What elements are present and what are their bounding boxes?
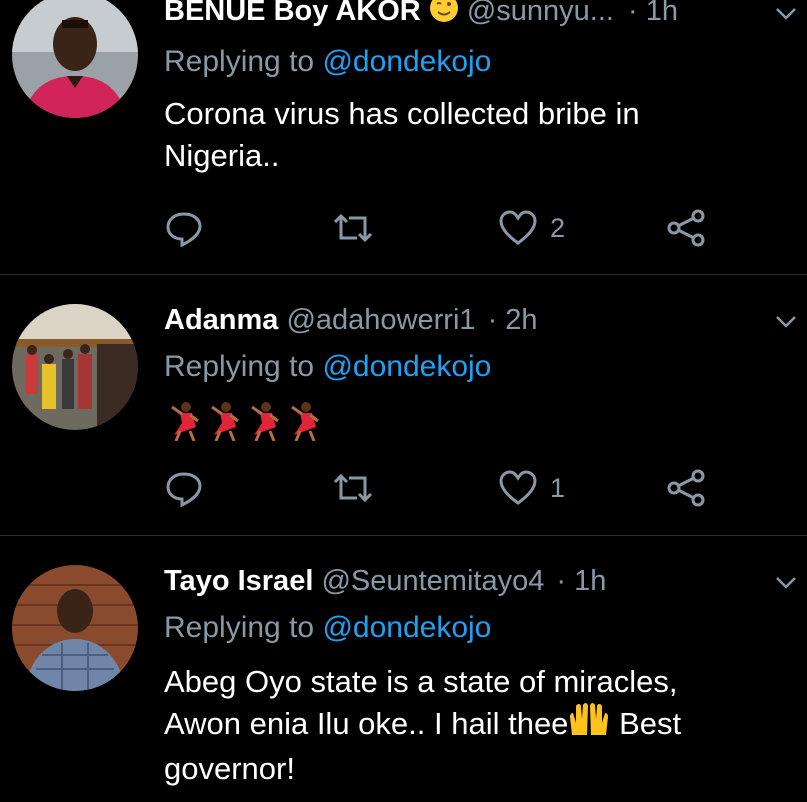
tweet-text-line: Corona virus has collected bribe in (164, 96, 640, 131)
like-count: 2 (550, 212, 566, 243)
replying-to: Replying to @dondekojo (164, 349, 491, 385)
like-button[interactable]: 2 (498, 206, 565, 250)
tweet-emojis (168, 401, 322, 441)
avatar[interactable] (12, 304, 138, 430)
dancer-emoji (251, 402, 279, 441)
tweet-text-line: Abeg Oyo state is a state of miracles, (164, 664, 678, 699)
share-button[interactable] (666, 466, 706, 510)
mention-link[interactable]: @dondekojo (322, 611, 491, 644)
replying-prefix: Replying to (164, 45, 315, 78)
avatar-image (12, 304, 138, 430)
display-name[interactable]: BENUE Boy AKOR (164, 0, 421, 27)
retweet-icon (333, 213, 373, 243)
tweet[interactable]: Adanma @adahowerri1 · 2h Replying to @do… (0, 275, 807, 533)
heart-icon (499, 470, 537, 505)
tweet[interactable]: Tayo Israel @Seuntemitayo4 · 1h Replying… (0, 536, 807, 802)
timestamp[interactable]: · 1h (628, 0, 678, 27)
tweet-text: Abeg Oyo state is a state of miracles, A… (164, 661, 784, 790)
reply-button[interactable] (164, 206, 204, 250)
avatar[interactable] (12, 565, 138, 691)
share-icon (667, 469, 705, 507)
avatar-image (12, 565, 138, 691)
dancer-emoji (171, 402, 199, 441)
user-handle[interactable]: @Seuntemitayo4 (321, 565, 544, 597)
retweet-button[interactable] (332, 466, 374, 510)
retweet-icon (333, 473, 373, 503)
winking-face-emoji (429, 0, 459, 32)
avatar[interactable] (12, 0, 138, 118)
replying-to: Replying to @dondekojo (164, 44, 491, 80)
replying-prefix: Replying to (164, 350, 315, 383)
heart-icon (499, 210, 537, 245)
replying-to: Replying to @dondekojo (164, 610, 491, 646)
share-button[interactable] (666, 206, 706, 250)
mention-link[interactable]: @dondekojo (322, 45, 491, 78)
chevron-down-icon[interactable] (773, 308, 799, 334)
reply-button[interactable] (164, 466, 204, 510)
mention-link[interactable]: @dondekojo (322, 350, 491, 383)
display-name[interactable]: Adanma (164, 304, 278, 336)
display-name[interactable]: Tayo Israel (164, 565, 313, 597)
share-icon (667, 209, 705, 247)
tweet-text: Corona virus has collected bribe in Nige… (164, 93, 764, 177)
retweet-button[interactable] (332, 206, 374, 250)
user-handle[interactable]: @sunnyu... (467, 0, 614, 27)
tweet[interactable]: BENUE Boy AKOR @sunnyu... · 1h Replying … (0, 0, 807, 273)
chevron-down-icon[interactable] (773, 0, 799, 26)
tweet-text-line: Awon enia Ilu oke.. I hail thee Best (164, 703, 784, 748)
replying-prefix: Replying to (164, 611, 315, 644)
like-button[interactable]: 1 (498, 466, 565, 510)
dancer-emoji (211, 402, 239, 441)
tweet-text-line: Nigeria.. (164, 138, 280, 173)
reply-icon (166, 212, 202, 248)
tweet-actions: 2 (164, 206, 724, 250)
user-handle[interactable]: @adahowerri1 (286, 304, 475, 336)
tweet-actions: 1 (164, 466, 724, 510)
timestamp[interactable]: · 2h (488, 304, 538, 336)
reply-icon (166, 472, 202, 508)
like-count: 1 (550, 472, 566, 503)
timestamp[interactable]: · 1h (556, 565, 606, 597)
dancer-emoji (291, 402, 319, 441)
chevron-down-icon[interactable] (773, 569, 799, 595)
avatar-image (12, 0, 138, 118)
raising-hands-emoji (568, 703, 610, 748)
tweet-text-line: governor! (164, 751, 295, 787)
